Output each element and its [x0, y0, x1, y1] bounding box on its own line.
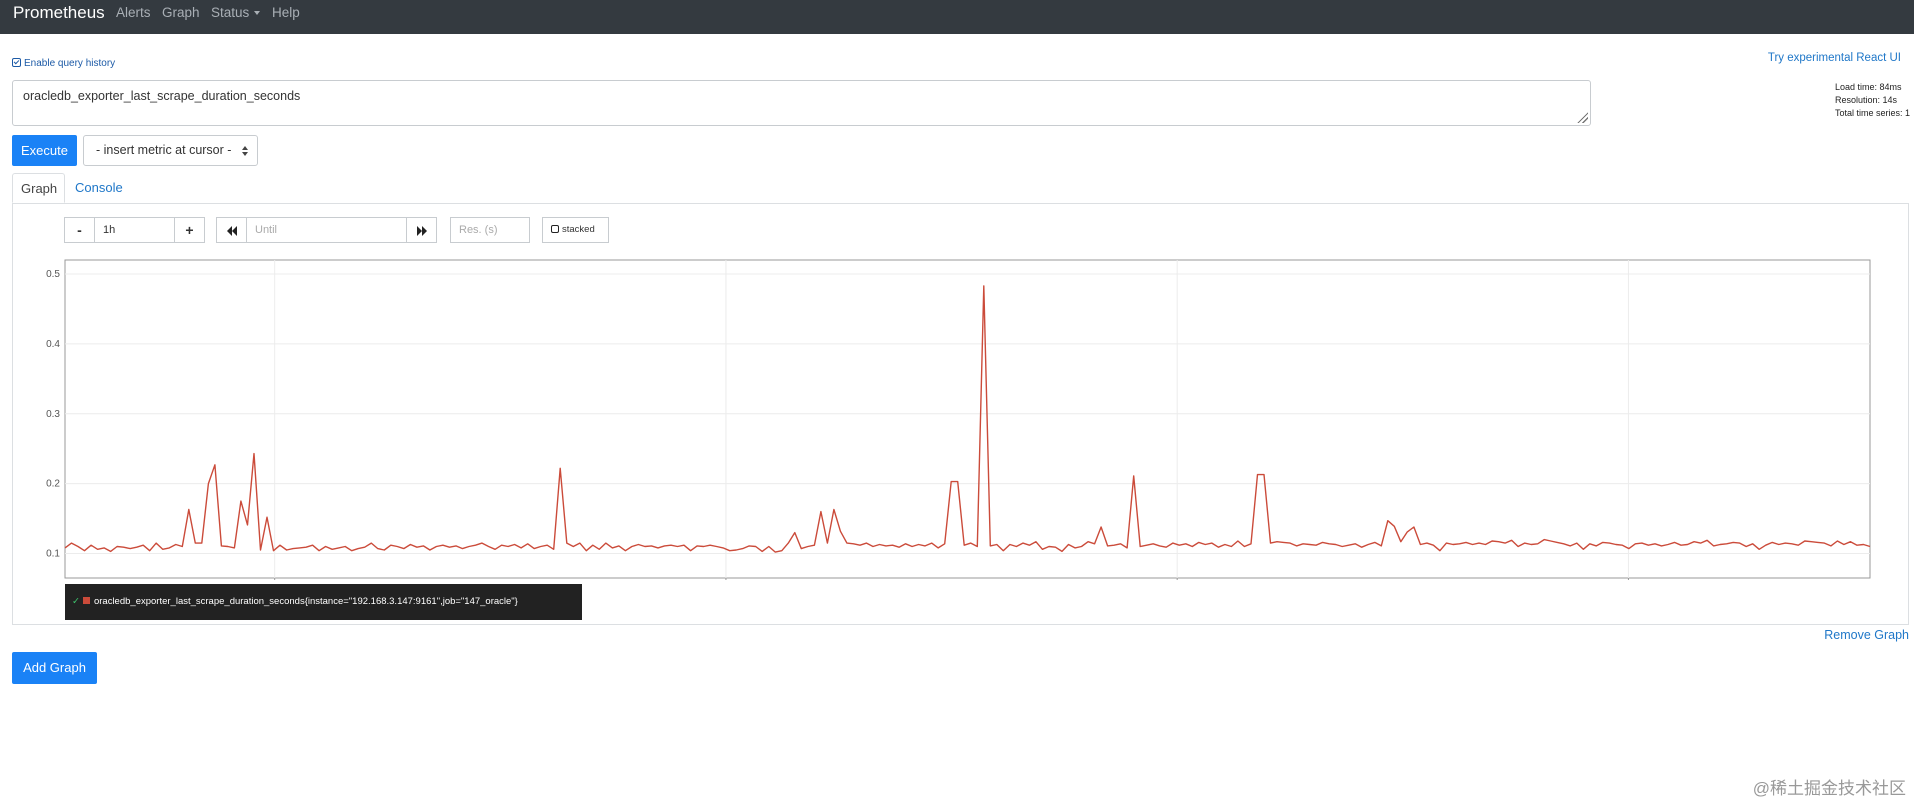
load-time: Load time: 84ms	[1835, 82, 1902, 92]
nav-graph[interactable]: Graph	[162, 5, 200, 20]
query-stats: Load time: 84ms Resolution: 14s Total ti…	[1835, 81, 1910, 120]
y-tick-label: 0.5	[46, 269, 60, 280]
caret-down-icon	[254, 11, 261, 16]
stacked-label: stacked	[562, 224, 595, 235]
graph-legend: ✓ oracledb_exporter_last_scrape_duration_…	[65, 584, 582, 620]
insert-metric-label: - insert metric at cursor -	[96, 143, 232, 157]
series-color-swatch	[82, 597, 90, 604]
remove-graph-link[interactable]: Remove Graph	[1824, 628, 1909, 642]
react-ui-link[interactable]: Try experimental React UI	[1768, 52, 1901, 64]
nav-alerts[interactable]: Alerts	[116, 5, 151, 20]
legend-series-label[interactable]: oracledb_exporter_last_scrape_duration_s…	[94, 596, 518, 607]
y-tick-label: 0.2	[46, 479, 60, 490]
brand-link[interactable]: Prometheus	[13, 3, 105, 23]
nav-help[interactable]: Help	[272, 5, 300, 20]
expression-text: oracledb_exporter_last_scrape_duration_s…	[23, 89, 301, 103]
checkbox-checked-icon[interactable]	[12, 58, 21, 67]
chart-plot-area	[64, 259, 1871, 579]
y-tick-label: 0.1	[46, 549, 60, 560]
until-input[interactable]: Until	[246, 217, 407, 243]
range-input[interactable]: 1h	[94, 217, 175, 243]
add-graph-button[interactable]: Add Graph	[12, 652, 97, 684]
check-icon[interactable]: ✓	[72, 596, 80, 607]
resolution: Resolution: 14s	[1835, 95, 1898, 105]
resolution-input[interactable]: Res. (s)	[450, 217, 530, 243]
navbar: Prometheus Alerts Graph Status Help	[0, 0, 1914, 34]
checkbox-icon	[551, 225, 559, 233]
graph-chart[interactable]: 0.10.20.30.40.505:0005:1505:3005:45	[20, 250, 1875, 580]
execute-button[interactable]: Execute	[12, 135, 77, 166]
query-history-label: Enable query history	[24, 58, 116, 69]
resize-grip-icon[interactable]	[1576, 111, 1588, 123]
tab-graph[interactable]: Graph	[12, 173, 65, 203]
range-decrease-button[interactable]: -	[64, 217, 95, 243]
total-series: Total time series: 1	[1835, 108, 1911, 118]
select-arrows-icon	[242, 146, 249, 156]
y-tick-label: 0.4	[46, 339, 60, 350]
tab-console[interactable]: Console	[67, 173, 131, 203]
time-back-button[interactable]	[216, 217, 247, 243]
range-increase-button[interactable]: +	[174, 217, 205, 243]
nav-status-label: Status	[211, 5, 250, 20]
time-forward-button[interactable]	[406, 217, 437, 243]
insert-metric-select[interactable]: - insert metric at cursor -	[83, 135, 258, 166]
expression-input[interactable]: oracledb_exporter_last_scrape_duration_s…	[12, 80, 1591, 126]
nav-status-dropdown[interactable]: Status	[211, 5, 261, 20]
query-history-toggle[interactable]: Enable query history	[12, 58, 115, 69]
backward-icon	[226, 226, 237, 237]
stacked-toggle[interactable]: stacked	[542, 217, 609, 243]
y-tick-label: 0.3	[46, 409, 60, 420]
forward-icon	[416, 226, 427, 237]
watermark: @稀土掘金技术社区	[1752, 779, 1906, 798]
